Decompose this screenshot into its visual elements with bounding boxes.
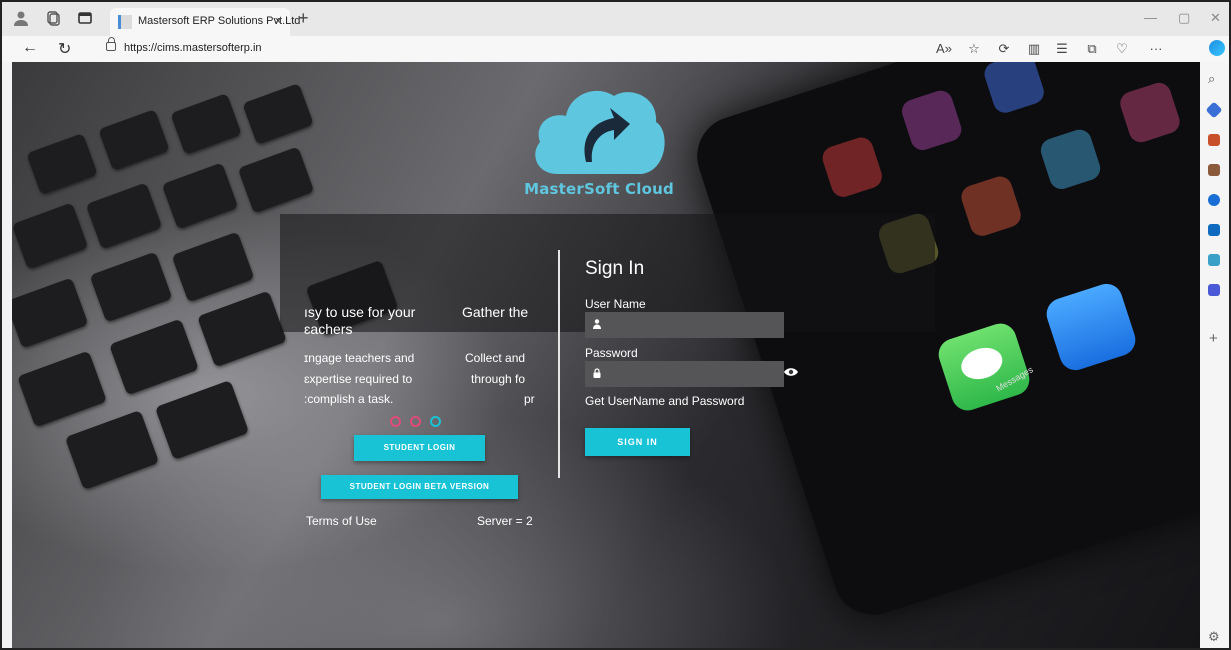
minimize-icon[interactable]: — [1144,10,1157,25]
server-label: Server = 2 [477,514,533,528]
back-icon[interactable]: ← [22,39,38,57]
show-password-eye-icon[interactable] [784,367,798,377]
browser-tab-active[interactable]: Mastersoft ERP Solutions Pvt.Ltd × [110,8,300,36]
sidebar-office-icon[interactable] [1208,194,1220,206]
browser-sidebar: ⌕ + ⚙ [1200,62,1229,648]
username-input[interactable] [585,312,784,338]
carousel-dot-2[interactable] [410,416,421,427]
sign-in-title: Sign In [585,258,645,279]
password-label: Password [585,346,638,360]
sidebar-drop-icon[interactable] [1208,254,1220,266]
url-field[interactable]: https://cims.mastersofterp.in [124,42,262,54]
more-menu-icon[interactable]: ··· [1148,41,1164,56]
panel-divider [558,250,560,478]
student-login-beta-button[interactable]: STUDENT LOGIN BETA VERSION [321,475,518,499]
terms-of-use-link[interactable]: Terms of Use [306,514,377,528]
slide1-desc-line1: ɪngage teachers and [304,351,415,365]
read-aloud-icon[interactable]: A» [936,41,952,56]
sidebar-settings-icon[interactable]: ⚙ [1208,629,1220,645]
lock-icon[interactable] [106,37,116,51]
carousel-dot-1[interactable] [390,416,401,427]
extensions-icon[interactable]: ⟳ [996,41,1012,57]
sidebar-shopping-icon[interactable] [1208,134,1220,146]
slide2-desc-line1: Collect and [465,351,526,365]
restore-icon[interactable]: ▢ [1178,10,1190,26]
cloud-arrow-icon [530,82,670,178]
slide2-title: Gather the [462,304,529,320]
site-favicon-icon [118,15,132,29]
slide2-desc-line3: pr [524,392,535,406]
carousel-dot-3[interactable] [430,416,441,427]
slide1-title-line2: ɛachers [304,321,353,337]
sidebar-tag-icon[interactable] [1205,101,1223,119]
address-bar: ← ↻ https://cims.mastersofterp.in A» ☆ ⟳… [2,36,1229,62]
profile-icon[interactable] [12,10,30,28]
sidebar-add-icon[interactable]: + [1209,330,1218,347]
sign-in-button[interactable]: SIGN IN [585,428,690,456]
sidebar-outlook-icon[interactable] [1208,224,1220,236]
lock-field-icon [593,368,601,378]
slide1-desc-line3: :complish a task. [304,392,394,406]
username-label: User Name [585,297,646,311]
workspaces-icon[interactable] [44,10,62,28]
performance-icon[interactable]: ♡ [1114,41,1130,57]
close-window-icon[interactable]: ✕ [1210,10,1221,26]
collections-icon[interactable]: ⧉ [1084,41,1100,57]
brand-name: MasterSoft Cloud [524,180,674,198]
new-tab-button[interactable]: + [298,8,309,29]
slide1-title-line1: ısy to use for your [304,304,416,320]
get-username-password-link[interactable]: Get UserName and Password [585,394,744,408]
student-login-button[interactable]: STUDENT LOGIN [354,435,485,461]
screen-frame: Mastersoft ERP Solutions Pvt.Ltd × + — ▢… [0,0,1231,650]
favorite-star-icon[interactable]: ☆ [966,41,982,57]
sidebar-teams-icon[interactable] [1208,284,1220,296]
split-screen-icon[interactable]: ▥ [1026,41,1042,57]
copilot-icon[interactable] [1209,40,1225,56]
carousel-dots [390,416,450,428]
favorites-icon[interactable]: ☰ [1054,41,1070,57]
slide1-desc-line2: ɛxpertise required to [304,372,413,386]
user-icon [593,319,601,329]
tab-actions-icon[interactable] [76,10,94,28]
login-page: Messages MasterSoft Cloud ısy to use for… [12,62,1200,648]
tab-close-icon[interactable]: × [274,13,282,28]
password-input[interactable] [585,361,784,387]
slide2-desc-line2: through fo [471,372,526,386]
sidebar-search-icon[interactable]: ⌕ [1208,71,1215,87]
browser-title-bar: Mastersoft ERP Solutions Pvt.Ltd × + — ▢… [2,2,1229,36]
sidebar-games-icon[interactable] [1208,164,1220,176]
refresh-icon[interactable]: ↻ [58,39,71,59]
